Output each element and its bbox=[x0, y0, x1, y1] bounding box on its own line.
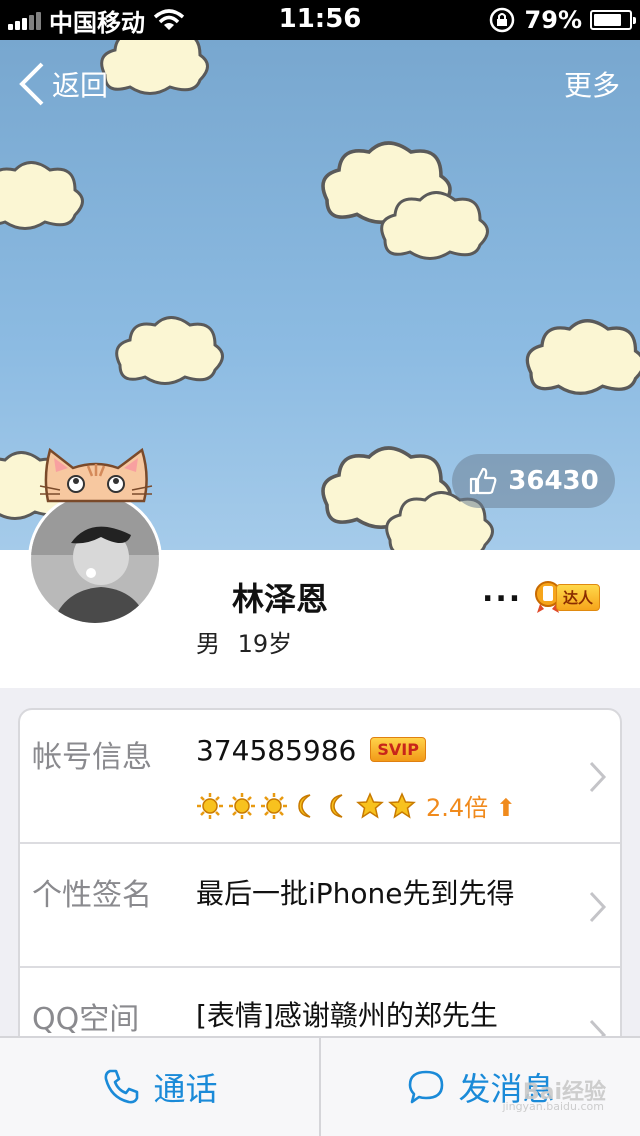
like-count: 36430 bbox=[508, 466, 599, 496]
moon-icon bbox=[330, 793, 343, 818]
back-label: 返回 bbox=[52, 69, 109, 102]
call-label: 通话 bbox=[153, 1070, 218, 1108]
profile-name: 林泽恩 bbox=[232, 580, 329, 618]
watermark-url: jingyan.baidu.com bbox=[502, 1100, 604, 1113]
chevron-right-icon bbox=[589, 891, 607, 923]
info-card: 帐号信息 374585986 SVIP 2.4倍 ⬆ 个性签名 最后一批iPhon… bbox=[18, 708, 622, 1068]
phone-icon bbox=[105, 1069, 139, 1104]
qq-level-icons: 2.4倍 ⬆ bbox=[196, 788, 516, 823]
qzone-label: QQ空间 bbox=[32, 1002, 140, 1037]
battery-icon bbox=[590, 10, 636, 30]
moon-icon bbox=[298, 793, 311, 818]
signature-row[interactable]: 个性签名 最后一批iPhone先到先得 bbox=[20, 844, 620, 968]
more-button[interactable]: 更多 bbox=[564, 64, 620, 104]
thumbs-up-icon bbox=[470, 467, 497, 495]
age: 19岁 bbox=[237, 630, 293, 658]
gender: 男 bbox=[196, 630, 220, 658]
expert-badge[interactable]: 达人 bbox=[534, 580, 601, 614]
avatar-container[interactable] bbox=[28, 446, 164, 626]
svip-badge: SVIP bbox=[370, 736, 426, 762]
signature-label: 个性签名 bbox=[32, 878, 152, 913]
status-bar: 中国移动 11:56 79% bbox=[0, 0, 640, 40]
gender-age: 男 19岁 bbox=[196, 624, 292, 659]
battery-percent: 79% bbox=[524, 6, 582, 34]
back-button[interactable]: 返回 bbox=[18, 62, 108, 106]
sun-icon bbox=[261, 792, 287, 819]
sun-icon bbox=[229, 792, 255, 819]
like-button[interactable]: 36430 bbox=[452, 454, 615, 508]
star-icon bbox=[356, 791, 384, 819]
chevron-left-icon bbox=[19, 62, 44, 106]
rotation-lock-icon bbox=[489, 7, 514, 33]
expert-badge-label: 达人 bbox=[556, 583, 601, 611]
star-icon bbox=[388, 791, 416, 819]
avatar[interactable] bbox=[28, 492, 162, 626]
sun-icon bbox=[197, 792, 223, 819]
signature-text: 最后一批iPhone先到先得 bbox=[196, 877, 515, 910]
level-multiplier: 2.4倍 ⬆ bbox=[426, 794, 516, 822]
account-info-label: 帐号信息 bbox=[32, 740, 152, 775]
qzone-text: [表情]感谢赣州的郑先生 bbox=[196, 999, 498, 1032]
qq-number-text: 374585986 bbox=[196, 734, 357, 767]
more-dots-button[interactable]: ... bbox=[482, 574, 522, 609]
avatar-photo bbox=[31, 495, 159, 623]
cat-decoration-icon bbox=[39, 447, 153, 503]
account-info-row[interactable]: 帐号信息 374585986 SVIP 2.4倍 ⬆ bbox=[20, 710, 620, 844]
chat-bubble-icon bbox=[409, 1070, 444, 1104]
qq-number: 374585986 SVIP bbox=[196, 734, 426, 767]
chevron-right-icon bbox=[589, 761, 607, 793]
call-button[interactable]: 通话 bbox=[0, 1038, 319, 1136]
